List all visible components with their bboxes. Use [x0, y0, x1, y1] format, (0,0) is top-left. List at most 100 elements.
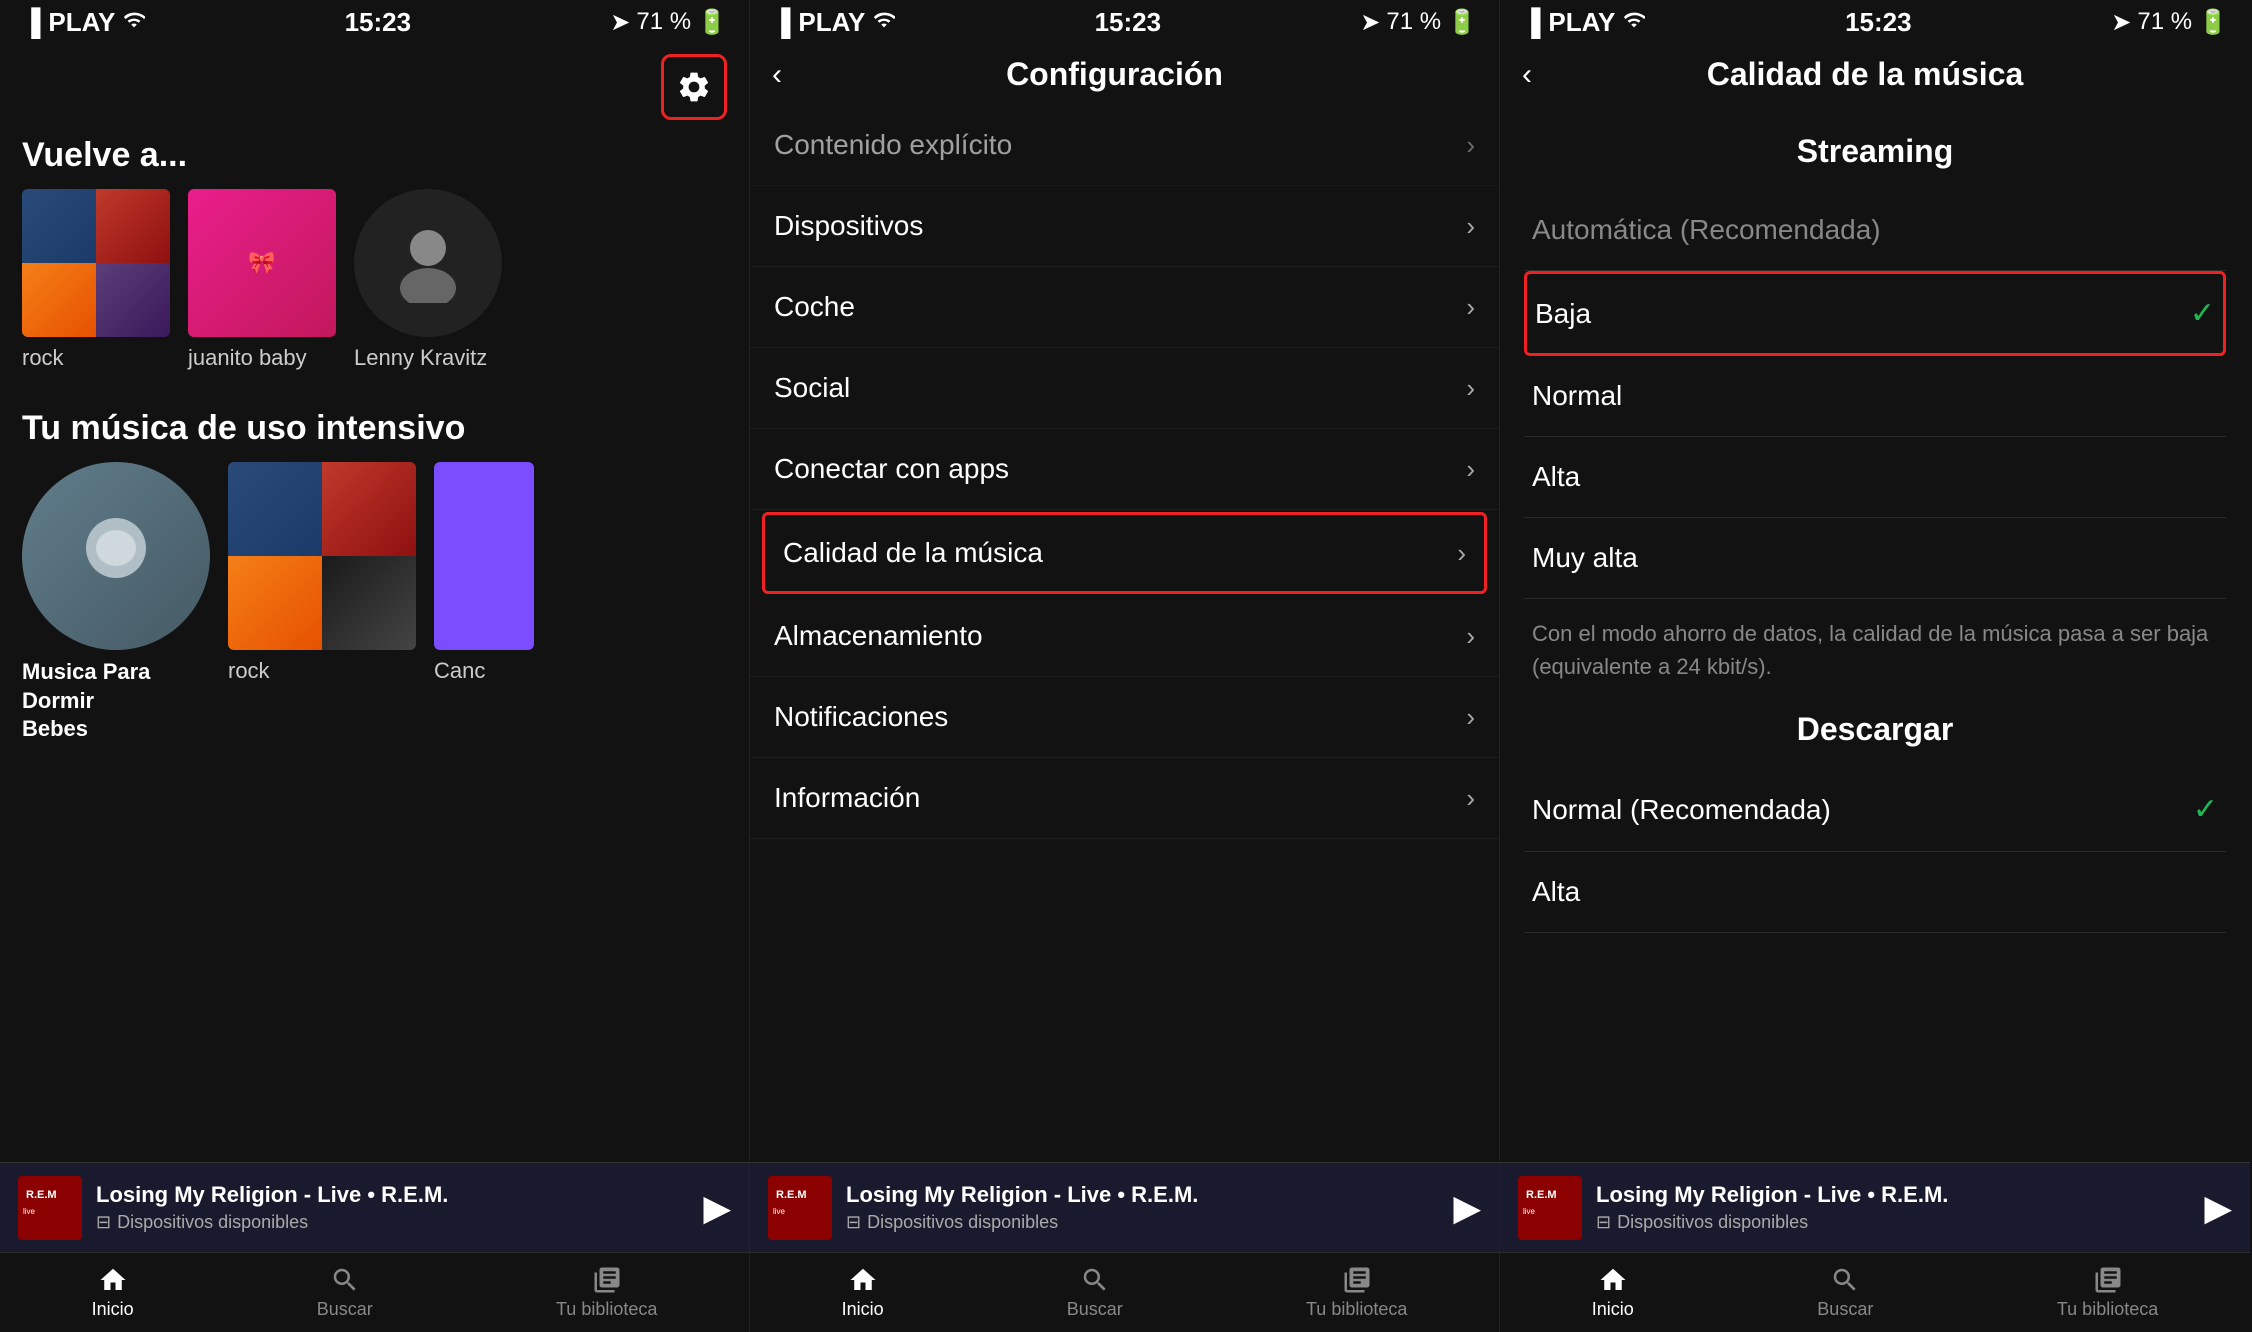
nav-library-label-1: Tu biblioteca — [556, 1299, 657, 1320]
play-button-3[interactable]: ▶ — [2204, 1187, 2232, 1229]
signal-icon: ▐ — [22, 7, 40, 38]
back-button-config[interactable]: ‹ — [772, 58, 782, 92]
home-panel: ▐ PLAY 15:23 ➤ 71 % 🔋 Vuelve a... — [0, 0, 750, 1332]
settings-item-coche[interactable]: Coche › — [750, 267, 1499, 348]
nav-search-2[interactable]: Buscar — [1067, 1265, 1123, 1320]
quality-option-automatica[interactable]: Automática (Recomendada) — [1524, 190, 2226, 271]
album-label-rock2: rock — [228, 658, 270, 684]
nav-search-1[interactable]: Buscar — [317, 1265, 373, 1320]
nav-home-label-3: Inicio — [1592, 1299, 1634, 1320]
nav-search-label-3: Buscar — [1817, 1299, 1873, 1320]
back-button-quality[interactable]: ‹ — [1522, 58, 1532, 92]
now-playing-bar-2[interactable]: R.E.M live Losing My Religion - Live • R… — [750, 1162, 1499, 1252]
home-header — [0, 44, 749, 126]
battery-label-3: 71 % — [2137, 8, 2192, 36]
nav-home-2[interactable]: Inicio — [842, 1265, 884, 1320]
nav-home-3[interactable]: Inicio — [1592, 1265, 1634, 1320]
checkmark-dl-normal: ✓ — [2193, 792, 2218, 827]
settings-item-almacenamiento[interactable]: Almacenamiento › — [750, 596, 1499, 677]
battery-icon-3: 🔋 — [2198, 8, 2228, 37]
home-icon-1 — [98, 1265, 128, 1295]
download-section-title: Descargar — [1524, 683, 2226, 768]
streaming-note: Con el modo ahorro de datos, la calidad … — [1524, 599, 2226, 683]
library-icon-3 — [2093, 1265, 2123, 1295]
settings-list: Contenido explícito › Dispositivos › Coc… — [750, 105, 1499, 1204]
nav-library-2[interactable]: Tu biblioteca — [1306, 1265, 1407, 1320]
chevron-social: › — [1466, 373, 1475, 404]
quality-header: ‹ Calidad de la música — [1500, 44, 2250, 105]
quality-option-alta[interactable]: Alta — [1524, 437, 2226, 518]
carrier-label-2: PLAY — [798, 7, 865, 38]
home-icon-2 — [848, 1265, 878, 1295]
settings-item-conectar[interactable]: Conectar con apps › — [750, 429, 1499, 510]
album-art-grid-rock — [22, 189, 170, 337]
album-item-lenny[interactable]: Lenny Kravitz — [354, 189, 502, 371]
search-icon-1 — [330, 1265, 360, 1295]
now-playing-bar-1[interactable]: R.E.M live Losing My Religion - Live • R… — [0, 1162, 749, 1252]
quality-option-muy-alta[interactable]: Muy alta — [1524, 518, 2226, 599]
location-icon: ➤ — [610, 8, 630, 37]
status-time-1: 15:23 — [345, 7, 412, 38]
now-playing-info-3: Losing My Religion - Live • R.E.M. ⊟ Dis… — [1596, 1182, 2190, 1233]
album-item-juanito[interactable]: 🎀 juanito baby — [188, 189, 336, 371]
quality-label-muy-alta: Muy alta — [1532, 542, 1638, 574]
quality-label-normal: Normal — [1532, 380, 1622, 412]
settings-item-dispositivos[interactable]: Dispositivos › — [750, 186, 1499, 267]
status-right-1: ➤ 71 % 🔋 — [610, 8, 727, 37]
settings-label-dispositivos: Dispositivos — [774, 210, 923, 242]
album-label-juanito: juanito baby — [188, 345, 307, 371]
streaming-section-title: Streaming — [1524, 105, 2226, 190]
chevron-conectar: › — [1466, 454, 1475, 485]
album-item-bebes[interactable]: Musica Para DormirBebes — [22, 462, 210, 744]
nav-home-label-1: Inicio — [92, 1299, 134, 1320]
play-button-2[interactable]: ▶ — [1453, 1187, 1481, 1229]
nav-library-1[interactable]: Tu biblioteca — [556, 1265, 657, 1320]
config-panel: ▐ PLAY 15:23 ➤ 71 % 🔋 ‹ Configuración Co… — [750, 0, 1500, 1332]
status-bar-2: ▐ PLAY 15:23 ➤ 71 % 🔋 — [750, 0, 1499, 44]
settings-item-calidad[interactable]: Calidad de la música › — [762, 512, 1487, 594]
nav-search-3[interactable]: Buscar — [1817, 1265, 1873, 1320]
play-button-1[interactable]: ▶ — [703, 1187, 731, 1229]
quality-label-alta: Alta — [1532, 461, 1580, 493]
quality-option-dl-alta[interactable]: Alta — [1524, 852, 2226, 933]
quality-option-normal[interactable]: Normal — [1524, 356, 2226, 437]
quality-option-dl-normal[interactable]: Normal (Recomendada) ✓ — [1524, 768, 2226, 852]
settings-item-informacion[interactable]: Información › — [750, 758, 1499, 839]
nav-library-label-2: Tu biblioteca — [1306, 1299, 1407, 1320]
chevron-coche: › — [1466, 292, 1475, 323]
album-label-canc: Canc — [434, 658, 485, 684]
nav-library-3[interactable]: Tu biblioteca — [2057, 1265, 2158, 1320]
checkmark-baja: ✓ — [2190, 296, 2215, 331]
album-item-canc[interactable]: Canc — [434, 462, 534, 744]
chevron-calidad: › — [1457, 538, 1466, 569]
now-playing-bar-3[interactable]: R.E.M live Losing My Religion - Live • R… — [1500, 1162, 2250, 1252]
settings-item-social[interactable]: Social › — [750, 348, 1499, 429]
status-time-2: 15:23 — [1095, 7, 1162, 38]
nav-home-1[interactable]: Inicio — [92, 1265, 134, 1320]
now-playing-device-2: ⊟ Dispositivos disponibles — [846, 1212, 1439, 1233]
now-playing-title-1: Losing My Religion - Live • R.E.M. — [96, 1182, 689, 1208]
svg-text:R.E.M: R.E.M — [1526, 1189, 1557, 1201]
nav-search-label-1: Buscar — [317, 1299, 373, 1320]
chevron-almacenamiento: › — [1466, 621, 1475, 652]
library-icon-2 — [1342, 1265, 1372, 1295]
battery-icon-2: 🔋 — [1447, 8, 1477, 37]
quality-option-baja[interactable]: Baja ✓ — [1524, 271, 2226, 356]
nav-library-label-3: Tu biblioteca — [2057, 1299, 2158, 1320]
section-title-2: Tu música de uso intensivo — [0, 399, 749, 462]
library-icon-1 — [592, 1265, 622, 1295]
album-item-rock2[interactable]: rock — [228, 462, 416, 744]
quality-title: Calidad de la música — [1550, 56, 2180, 93]
settings-item-explicit[interactable]: Contenido explícito › — [750, 105, 1499, 186]
settings-button[interactable] — [661, 54, 727, 120]
device-icon: ⊟ — [96, 1212, 111, 1233]
settings-item-notificaciones[interactable]: Notificaciones › — [750, 677, 1499, 758]
album-art-grid-rock2 — [228, 462, 416, 650]
svg-text:live: live — [773, 1207, 786, 1216]
settings-label-calidad: Calidad de la música — [783, 537, 1043, 569]
intensive-albums-row: Musica Para DormirBebes rock Canc — [0, 462, 749, 744]
settings-label-almacenamiento: Almacenamiento — [774, 620, 983, 652]
chevron-explicit: › — [1466, 130, 1475, 161]
album-item-rock[interactable]: rock — [22, 189, 170, 371]
bottom-nav-3: Inicio Buscar Tu biblioteca — [1500, 1252, 2250, 1332]
